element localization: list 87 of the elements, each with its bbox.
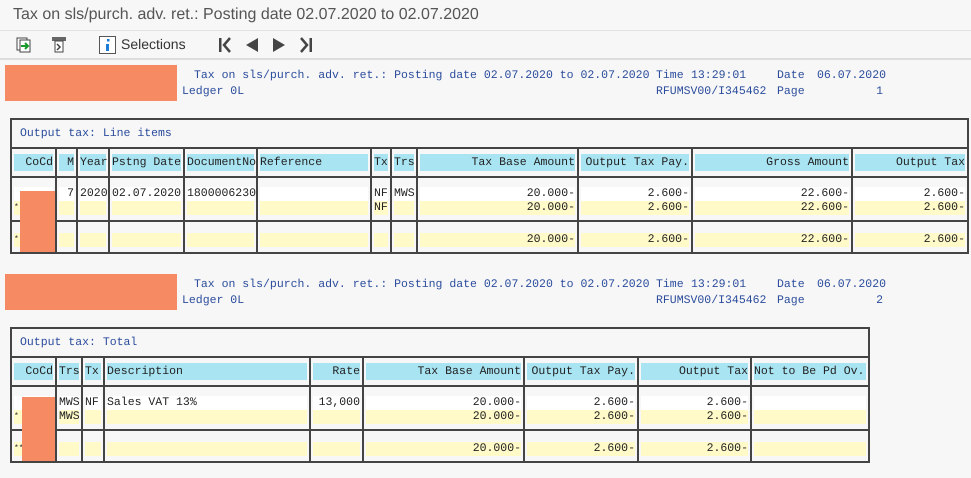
next-page-button[interactable] — [272, 36, 286, 52]
column-header: Output Tax Pay. — [581, 154, 689, 171]
table-title: Output tax: Total — [20, 334, 138, 351]
column-header: M — [59, 154, 74, 171]
table-cell: 2.600- — [641, 396, 748, 410]
time-label: Time — [656, 277, 685, 293]
table-cell: 2.600- — [581, 201, 689, 215]
previous-page-button[interactable] — [244, 36, 259, 52]
first-page-button[interactable] — [218, 36, 232, 52]
table-cell: 2.600- — [855, 201, 965, 215]
program-name: RFUMSV00/I345462 — [656, 84, 768, 100]
previous-icon — [244, 36, 259, 52]
table-cell: 2020 — [80, 187, 106, 201]
column-header: Gross Amount — [695, 154, 849, 171]
table-cell: NF — [374, 201, 388, 215]
table-cell: 2.600- — [527, 410, 635, 424]
column-header: Tx — [85, 363, 101, 380]
table-cell: 20.000- — [420, 201, 575, 215]
page-label: Page — [777, 293, 806, 309]
date-label: Date — [777, 68, 806, 84]
table-cell: 22.600- — [695, 233, 849, 247]
program-name: RFUMSV00/I345462 — [656, 293, 768, 309]
page-number: 1 — [875, 84, 883, 100]
table-cell: 2.600- — [581, 187, 689, 201]
table-cell: 13,000 — [313, 396, 360, 410]
date-value: 06.07.2020 — [817, 68, 886, 84]
table-cell: MWS — [59, 410, 79, 424]
column-header: Tx — [374, 154, 388, 171]
table-cell: 2.600- — [527, 396, 635, 410]
column-header: Pstng Date — [112, 154, 181, 171]
last-page-icon — [298, 36, 313, 52]
table-cell: 20.000- — [420, 187, 575, 201]
info-icon — [99, 36, 116, 54]
column-header: Output Tax — [855, 154, 965, 171]
column-header: Reference — [260, 154, 368, 171]
column-header: Tax Base Amount — [366, 363, 521, 380]
selections-button[interactable]: Selections — [99, 34, 186, 55]
first-page-icon — [218, 36, 232, 52]
table-cell: MWS — [394, 187, 414, 201]
table-cell: 7 — [59, 187, 74, 201]
column-header: DocumentNo — [187, 154, 254, 171]
table-cell: 2.600- — [855, 187, 965, 201]
column-header: Output Tax — [641, 363, 748, 380]
page-number: 2 — [875, 293, 883, 309]
report-title: Tax on sls/purch. adv. ret.: Posting date 02.07.2020 to 02.07.2020 — [193, 68, 650, 84]
layout-icon — [51, 36, 67, 53]
table-cell: NF — [374, 187, 388, 201]
time-label: Time — [656, 68, 685, 84]
column-header: Output Tax Pay. — [527, 363, 635, 380]
table-cell: 1800006230 — [187, 187, 254, 201]
date-label: Date — [777, 277, 806, 293]
ledger-label: Ledger 0L — [182, 84, 246, 100]
page-label: Page — [777, 84, 806, 100]
column-header: CoCd — [14, 363, 53, 380]
column-header: Year — [80, 154, 106, 171]
table-cell: MWS — [59, 396, 79, 410]
table-cell: 02.07.2020 — [112, 187, 181, 201]
report-title: Tax on sls/purch. adv. ret.: Posting date 02.07.2020 to 02.07.2020 — [193, 277, 650, 293]
table-cell: 20.000- — [366, 410, 521, 424]
table-cell: NF — [85, 396, 101, 410]
column-header: Rate — [313, 363, 360, 380]
table-cell: 2.600- — [641, 410, 748, 424]
table-cell: 22.600- — [695, 201, 849, 215]
time-value: 13:29:01 — [691, 68, 748, 84]
table-cell: 2.600- — [641, 442, 748, 456]
table-cell: 20.000- — [366, 442, 521, 456]
table-cell: 22.600- — [695, 187, 849, 201]
last-page-button[interactable] — [298, 36, 313, 52]
table-title: Output tax: Line items — [20, 126, 172, 142]
next-icon — [272, 36, 286, 52]
column-header: Tax Base Amount — [420, 154, 575, 171]
table-cell: 2.600- — [855, 233, 965, 247]
time-value: 13:29:01 — [691, 277, 748, 293]
column-header: Trs — [59, 363, 79, 380]
column-header: Not to Be Pd Ov. — [754, 363, 866, 380]
column-header: Description — [107, 363, 307, 380]
column-header: Trs — [394, 154, 414, 171]
table-cell: Sales VAT 13% — [107, 396, 307, 410]
layout-button[interactable] — [49, 34, 69, 54]
ledger-label: Ledger 0L — [182, 293, 246, 309]
window-title: Tax on sls/purch. adv. ret.: Posting date 02.07.2020 to 02.07.2020 — [13, 5, 479, 25]
table-cell: 2.600- — [527, 442, 635, 456]
table-cell: 2.600- — [581, 233, 689, 247]
table-cell: 20.000- — [366, 396, 521, 410]
date-value: 06.07.2020 — [817, 277, 886, 293]
table-cell: 20.000- — [420, 233, 575, 247]
column-header: CoCd — [14, 154, 53, 171]
